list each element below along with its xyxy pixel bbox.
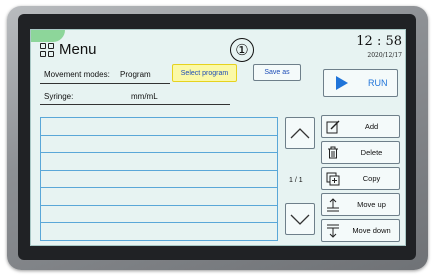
list-item[interactable] xyxy=(41,171,277,188)
movement-modes-label: Movement modes: xyxy=(44,70,110,79)
delete-button[interactable]: Delete xyxy=(321,141,400,164)
menu-header[interactable]: Menu xyxy=(40,41,97,58)
chevron-down-icon xyxy=(290,214,310,225)
move-down-label: Move down xyxy=(352,226,391,235)
divider xyxy=(40,83,170,84)
syringe-unit: mm/mL xyxy=(131,92,158,101)
movement-mode-value: Program xyxy=(120,70,151,79)
syringe-label: Syringe: xyxy=(44,92,74,101)
move-up-button[interactable]: Move up xyxy=(321,193,400,216)
delete-label: Delete xyxy=(360,148,383,157)
list-item[interactable] xyxy=(41,153,277,171)
move-down-button[interactable]: Move down xyxy=(321,219,400,242)
list-item[interactable] xyxy=(41,206,277,223)
program-step-list[interactable] xyxy=(40,117,278,241)
copy-icon xyxy=(322,172,344,186)
run-button[interactable]: RUN xyxy=(323,69,398,97)
copy-button[interactable]: Copy xyxy=(321,167,400,190)
add-button[interactable]: Add xyxy=(321,115,400,138)
pencil-icon xyxy=(322,120,344,134)
list-item[interactable] xyxy=(41,223,277,241)
divider xyxy=(40,104,230,105)
select-program-button[interactable]: Select program xyxy=(172,64,237,82)
chevron-up-icon xyxy=(290,128,310,139)
move-down-icon xyxy=(322,224,344,238)
run-label: RUN xyxy=(368,78,388,88)
list-item[interactable] xyxy=(41,136,277,153)
list-item[interactable] xyxy=(41,188,277,206)
step-callout-badge: ① xyxy=(230,38,254,62)
trash-icon xyxy=(322,146,344,159)
play-icon xyxy=(336,76,348,90)
page-title: Menu xyxy=(59,41,97,58)
list-item[interactable] xyxy=(41,118,277,136)
clock-date: 2020/12/17 xyxy=(367,52,402,59)
move-up-label: Move up xyxy=(357,200,386,209)
save-as-button[interactable]: Save as xyxy=(253,64,301,81)
copy-label: Copy xyxy=(362,174,381,183)
scroll-down-button[interactable] xyxy=(285,203,315,235)
add-label: Add xyxy=(364,122,379,131)
page-indicator: 1 / 1 xyxy=(289,177,303,184)
scroll-up-button[interactable] xyxy=(285,117,315,149)
move-up-icon xyxy=(322,197,344,212)
clock-time: 12 : 58 xyxy=(356,34,402,49)
menu-grid-icon xyxy=(40,42,54,57)
